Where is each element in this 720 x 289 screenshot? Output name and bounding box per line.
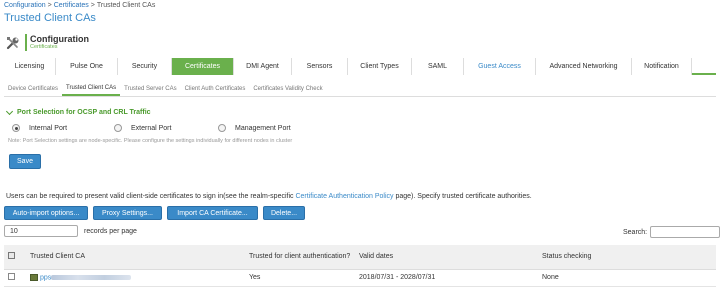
port-selection-heading[interactable]: Port Selection for OCSP and CRL Traffic: [5, 107, 151, 116]
breadcrumb-configuration[interactable]: Configuration: [4, 2, 46, 9]
section-title: Configuration: [30, 34, 89, 44]
radio-button[interactable]: [12, 124, 20, 132]
breadcrumb-current: Trusted Client CAs: [96, 2, 156, 9]
certificate-icon: [30, 273, 38, 281]
description-before: Users can be required to present valid c…: [6, 193, 296, 200]
tab-security[interactable]: Security: [118, 58, 172, 75]
save-button[interactable]: Save: [9, 154, 41, 169]
status-checking-cell: None: [538, 269, 716, 287]
radio-external-port[interactable]: External Port: [114, 124, 171, 132]
tab-saml[interactable]: SAML: [412, 58, 464, 75]
section-header: Configuration Certificates: [5, 34, 89, 51]
redacted-ca-name: [51, 274, 132, 280]
chevron-down-icon: [5, 107, 14, 115]
port-selection-note: Note: Port Selection settings are node-s…: [8, 138, 293, 144]
tab-sensors[interactable]: Sensors: [292, 58, 348, 75]
tab-certificates[interactable]: Certificates: [172, 58, 234, 75]
trusted-cell: Yes: [245, 269, 355, 287]
row-select-cell: [4, 269, 26, 287]
proxy-settings-button[interactable]: Proxy Settings...: [93, 206, 162, 220]
tab-licensing[interactable]: Licensing: [4, 58, 56, 75]
description-after: page). Specify trusted certificate autho…: [393, 193, 532, 200]
subtab-trusted-client-cas[interactable]: Trusted Client CAs: [62, 82, 121, 96]
tab-guest-access[interactable]: Guest Access: [464, 58, 536, 75]
tab-dmi-agent[interactable]: DMI Agent: [234, 58, 292, 75]
port-selection-heading-text: Port Selection for OCSP and CRL Traffic: [17, 109, 151, 116]
column-header-trusted-for-client-auth[interactable]: Trusted for client authentication?: [245, 245, 355, 270]
tab-notification[interactable]: Notification: [632, 58, 692, 75]
row-checkbox[interactable]: [8, 273, 15, 280]
breadcrumb-separator: >: [47, 2, 52, 9]
table-row: pps Yes 2018/07/31 - 2028/07/31 None: [4, 269, 716, 287]
records-per-page-select[interactable]: 10: [4, 225, 78, 237]
radio-label: Management Port: [235, 124, 291, 132]
column-header-valid-dates[interactable]: Valid dates: [355, 245, 538, 270]
section-text: Configuration Certificates: [25, 34, 89, 51]
radio-internal-port[interactable]: Internal Port: [12, 124, 67, 132]
trusted-client-ca-table: Trusted Client CA Trusted for client aut…: [4, 245, 716, 287]
column-header-status-checking[interactable]: Status checking: [538, 245, 716, 270]
tab-client-types[interactable]: Client Types: [348, 58, 412, 75]
column-header-trusted-client-ca[interactable]: Trusted Client CA: [26, 245, 245, 270]
select-all-checkbox[interactable]: [8, 252, 15, 260]
import-ca-certificate-button[interactable]: Import CA Certificate...: [167, 206, 258, 220]
auto-import-options-button[interactable]: Auto-import options...: [4, 206, 88, 220]
records-per-page-label: records per page: [84, 227, 137, 235]
description-text: Users can be required to present valid c…: [6, 193, 532, 200]
breadcrumb-certificates[interactable]: Certificates: [54, 2, 89, 9]
certificate-authentication-policy-link[interactable]: Certificate Authentication Policy: [295, 193, 393, 200]
table-search: Search:: [623, 226, 720, 238]
records-per-page-value: 10: [10, 227, 18, 235]
search-label: Search:: [623, 228, 648, 236]
page-title: Trusted Client CAs: [4, 12, 96, 24]
ca-name-cell: pps: [26, 269, 245, 287]
search-input[interactable]: [650, 226, 720, 238]
records-per-page: 10 records per page: [4, 225, 137, 237]
tools-icon: [6, 36, 19, 49]
section-subtitle: Certificates: [30, 44, 58, 50]
select-all-cell: [4, 245, 26, 270]
valid-dates-cell: 2018/07/31 - 2028/07/31: [355, 269, 538, 287]
tab-pulse-one[interactable]: Pulse One: [56, 58, 118, 75]
table-header-row: Trusted Client CA Trusted for client aut…: [4, 245, 716, 270]
subtab-divider: [4, 96, 716, 97]
radio-button[interactable]: [114, 124, 122, 132]
ca-name-link[interactable]: pps: [40, 274, 51, 281]
radio-label: External Port: [131, 124, 172, 132]
main-tabs: Licensing Pulse One Security Certificate…: [4, 58, 716, 75]
subtab-certificates-validity-check[interactable]: Certificates Validity Check: [249, 82, 326, 96]
subtab-device-certificates[interactable]: Device Certificates: [4, 82, 62, 96]
tab-advanced-networking[interactable]: Advanced Networking: [536, 58, 632, 75]
delete-button[interactable]: Delete...: [263, 206, 305, 220]
subtab-client-auth-certificates[interactable]: Client Auth Certificates: [181, 82, 250, 96]
radio-label: Internal Port: [29, 124, 68, 132]
radio-management-port[interactable]: Management Port: [218, 124, 291, 132]
radio-button[interactable]: [218, 124, 226, 132]
sub-tabs: Device Certificates Trusted Client CAs T…: [4, 82, 327, 96]
breadcrumb-separator: >: [90, 2, 95, 9]
breadcrumb: Configuration > Certificates > Trusted Clien…: [4, 2, 155, 9]
subtab-trusted-server-cas[interactable]: Trusted Server CAs: [120, 82, 180, 96]
